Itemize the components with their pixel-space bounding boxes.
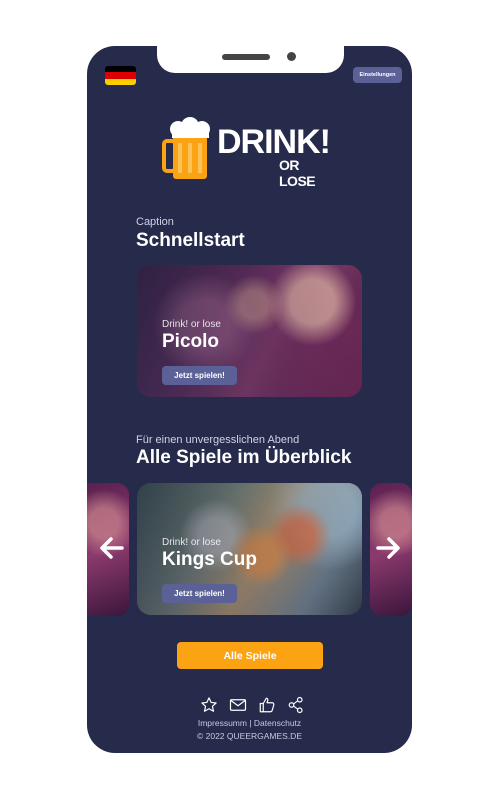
thumbs-up-icon[interactable] bbox=[258, 696, 276, 714]
all-games-button[interactable]: Alle Spiele bbox=[177, 642, 323, 669]
drink-or-lose-logo: DRINK! OR LOSE bbox=[162, 117, 337, 189]
play-button[interactable]: Jetzt spielen! bbox=[162, 366, 237, 385]
datenschutz-link[interactable]: Datenschutz bbox=[254, 718, 301, 728]
star-icon[interactable] bbox=[200, 696, 218, 714]
copyright-text: © 2022 QUEERGAMES.DE bbox=[197, 731, 302, 741]
play-button[interactable]: Jetzt spielen! bbox=[162, 584, 237, 603]
share-icon[interactable] bbox=[287, 696, 305, 714]
camera bbox=[287, 52, 296, 61]
kings-cup-card[interactable]: Drink! or lose Kings Cup Jetzt spielen! bbox=[137, 483, 362, 615]
beer-mug-icon bbox=[162, 117, 210, 179]
settings-button[interactable]: Einstellungen bbox=[353, 67, 402, 83]
link-separator: | bbox=[246, 718, 254, 728]
logo-word: DRINK! bbox=[217, 123, 331, 161]
footer-icons bbox=[200, 696, 305, 714]
arrow-left-icon[interactable] bbox=[97, 533, 127, 563]
impressum-link[interactable]: Impressumm bbox=[198, 718, 247, 728]
footer-links: Impressumm | Datenschutz bbox=[87, 718, 412, 728]
picolo-card[interactable]: Drink! or lose Picolo Jetzt spielen! bbox=[137, 265, 362, 397]
mail-icon[interactable] bbox=[229, 696, 247, 714]
overview-caption: Für einen unvergesslichen Abend bbox=[136, 434, 300, 446]
card-title: Kings Cup bbox=[162, 549, 257, 570]
logo-subtitle: OR LOSE bbox=[279, 157, 316, 189]
phone-notch bbox=[157, 46, 344, 73]
card-subtitle: Drink! or lose bbox=[162, 537, 221, 548]
speaker bbox=[222, 54, 270, 60]
quickstart-caption: Caption bbox=[136, 216, 174, 228]
card-subtitle: Drink! or lose bbox=[162, 319, 221, 330]
overview-title: Alle Spiele im Überblick bbox=[136, 447, 352, 468]
quickstart-title: Schnellstart bbox=[136, 230, 245, 251]
arrow-right-icon[interactable] bbox=[373, 533, 403, 563]
card-title: Picolo bbox=[162, 331, 220, 352]
phone-frame: Einstellungen DRINK! OR LOSE Caption Sch… bbox=[87, 46, 412, 753]
german-flag-icon[interactable] bbox=[105, 66, 136, 85]
